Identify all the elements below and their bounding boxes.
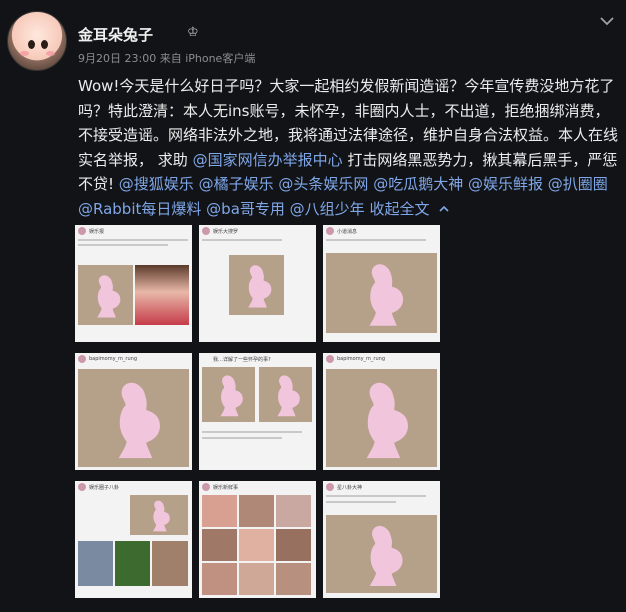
crown-icon: ♔ (187, 25, 199, 40)
post-image[interactable]: 娱乐大搜罗 (199, 225, 316, 342)
collapse-link[interactable]: 收起全文 (369, 200, 429, 218)
chevron-down-icon[interactable] (598, 12, 616, 30)
post-image[interactable]: 星八卦大神 (323, 481, 440, 598)
mention-link[interactable]: @国家网信办举报中心 (193, 151, 343, 169)
post-image[interactable]: 娱乐圈子八卦 (75, 481, 192, 598)
mention-link[interactable]: @橘子娱乐 (199, 175, 274, 193)
post-image[interactable]: bapimomy_m_rung (323, 353, 440, 470)
image-caption: 小道消息 (337, 229, 358, 235)
weibo-post: 金耳朵兔子 ♔ 9月20日 23:00 来自 iPhone客户端 Wow!今天是… (0, 0, 626, 612)
mention-link[interactable]: @扒圈圈 (548, 175, 608, 193)
chevron-up-icon[interactable] (438, 204, 450, 214)
post-timestamp: 9月20日 23:00 (78, 52, 157, 65)
post-image[interactable]: 小道消息 (323, 225, 440, 342)
mention-link[interactable]: @八组少年 (290, 200, 365, 218)
image-caption: 娱乐新鲜事 (213, 485, 239, 491)
post-source: 来自 iPhone客户端 (159, 52, 256, 65)
post-meta: 9月20日 23:00 来自 iPhone客户端 (78, 50, 255, 66)
image-caption: 娱乐大搜罗 (213, 229, 239, 235)
user-name[interactable]: 金耳朵兔子 (78, 24, 153, 45)
post-image[interactable]: 我…详解了一些怀孕的事? (199, 353, 316, 470)
image-caption: 我…详解了一些怀孕的事? (213, 357, 271, 363)
mention-link[interactable]: @搜狐娱乐 (119, 175, 194, 193)
post-image[interactable]: 娱乐新鲜事 (199, 481, 316, 598)
image-caption: 娱乐圈子八卦 (89, 485, 120, 491)
mention-link[interactable]: @娱乐鲜报 (468, 175, 543, 193)
mention-link[interactable]: @吃瓜鹅大神 (373, 175, 463, 193)
post-image[interactable]: 娱乐报 (75, 225, 192, 342)
mention-link[interactable]: @头条娱乐网 (278, 175, 368, 193)
post-text: Wow!今天是什么好日子吗？大家一起相约发假新闻造谣？今年宣传费没地方花了吗？特… (78, 74, 618, 221)
mention-link[interactable]: @Rabbit每日爆料 (78, 200, 201, 218)
mention-link[interactable]: @ba哥专用 (206, 200, 285, 218)
post-image[interactable]: bapimomy_m_rung (75, 353, 192, 470)
image-caption: bapimomy_m_rung (337, 356, 385, 362)
image-caption: bapimomy_m_rung (89, 356, 137, 362)
avatar[interactable] (7, 11, 67, 71)
image-caption: 星八卦大神 (337, 485, 363, 491)
image-caption: 娱乐报 (89, 229, 105, 235)
